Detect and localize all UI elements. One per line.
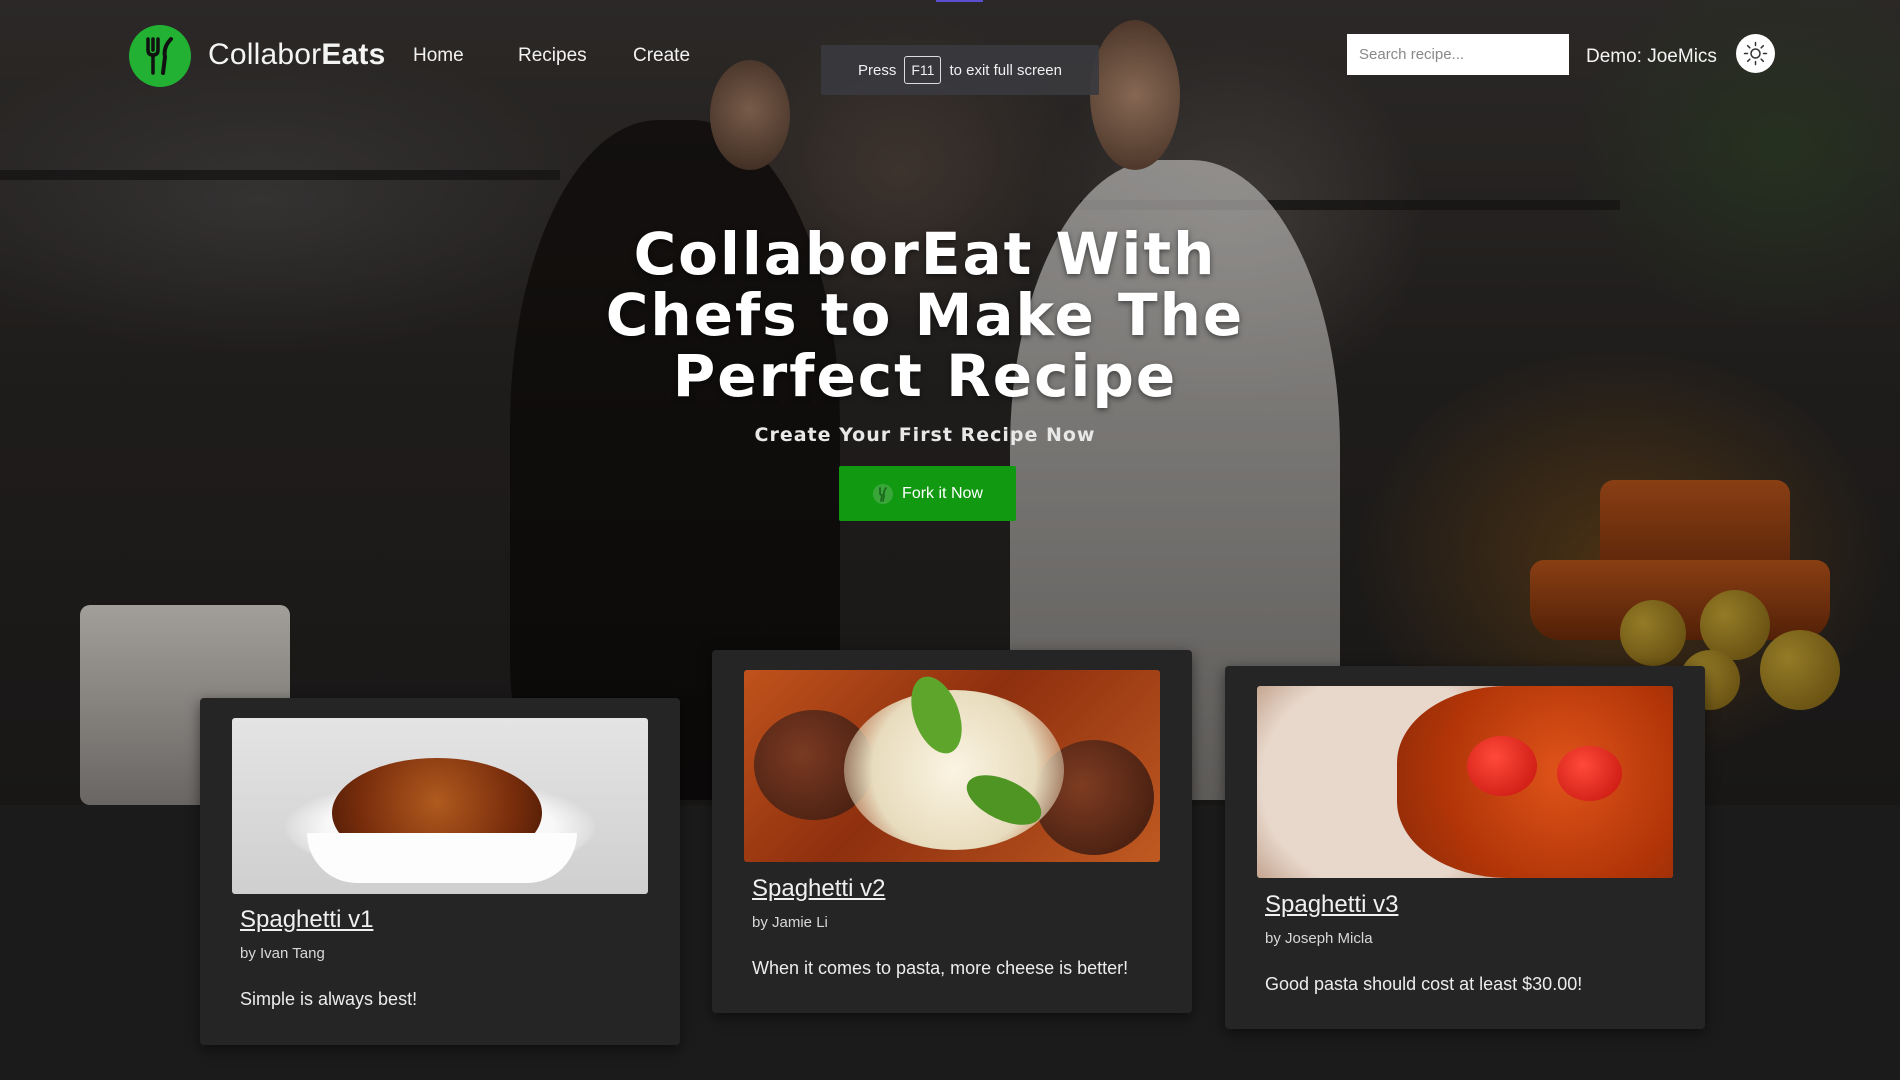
recipe-author: by Joseph Micla: [1265, 930, 1373, 947]
recipe-card[interactable]: Spaghetti v1 by Ivan Tang Simple is alwa…: [200, 698, 680, 1045]
recipe-description: Simple is always best!: [240, 989, 418, 1009]
recipe-card[interactable]: Spaghetti v2 by Jamie Li When it comes t…: [712, 650, 1192, 1013]
recipe-title[interactable]: Spaghetti v2: [752, 875, 885, 903]
recipe-description: When it comes to pasta, more cheese is b…: [752, 958, 1129, 978]
fullscreen-banner: Press F11 to exit full screen: [821, 45, 1099, 95]
recipe-card[interactable]: Spaghetti v3 by Joseph Micla Good pasta …: [1225, 666, 1705, 1029]
recipe-author: by Ivan Tang: [240, 945, 325, 962]
nav-link-recipes[interactable]: Recipes: [518, 45, 587, 67]
nav-link-home[interactable]: Home: [413, 45, 464, 67]
recipe-title[interactable]: Spaghetti v1: [240, 906, 373, 934]
recipe-author: by Jamie Li: [752, 914, 828, 931]
fork-it-now-button[interactable]: Fork it Now: [839, 466, 1016, 521]
recipe-image[interactable]: [1257, 686, 1673, 878]
recipe-description: Good pasta should cost at least $30.00!: [1265, 974, 1583, 994]
recipe-image[interactable]: [744, 670, 1160, 862]
recipe-title[interactable]: Spaghetti v3: [1265, 891, 1398, 919]
recipe-image[interactable]: [232, 718, 648, 894]
fork-knife-icon: [146, 37, 173, 75]
f11-key: F11: [904, 56, 942, 84]
hero-subtitle: Create Your First Recipe Now: [754, 424, 1096, 446]
fullscreen-indicator: [936, 0, 983, 2]
fork-icon: [873, 483, 894, 504]
search-input[interactable]: [1347, 34, 1569, 75]
logo[interactable]: [129, 25, 191, 87]
brand-name[interactable]: CollaborEats: [208, 38, 386, 72]
navbar: CollaborEats Home Recipes Create Press F…: [0, 0, 1900, 110]
user-label[interactable]: Demo: JoeMics: [1586, 46, 1717, 68]
hero-title: CollaborEat With Chefs to Make The Perfe…: [605, 220, 1245, 410]
theme-toggle-button[interactable]: [1736, 34, 1775, 73]
sun-icon: [1743, 41, 1768, 66]
nav-link-create[interactable]: Create: [633, 45, 690, 67]
